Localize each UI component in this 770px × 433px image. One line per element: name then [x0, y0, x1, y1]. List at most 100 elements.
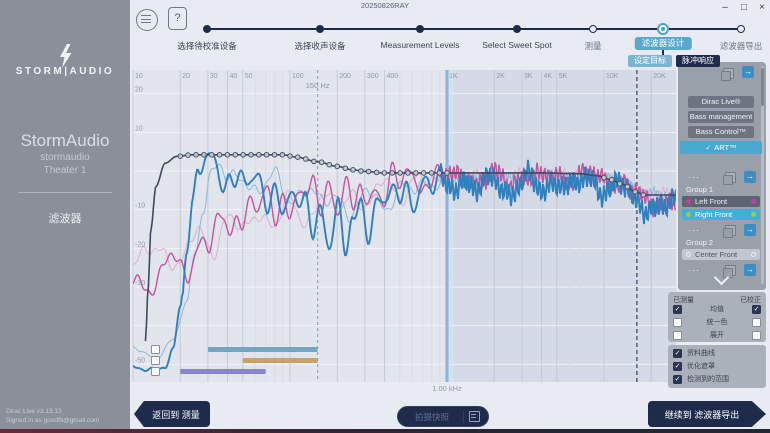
- target-control-point[interactable]: [280, 152, 285, 157]
- help-button[interactable]: ?: [168, 7, 187, 30]
- sidebar-section-filters[interactable]: 滤波器: [0, 210, 130, 226]
- target-control-point[interactable]: [609, 177, 614, 182]
- target-control-point[interactable]: [225, 152, 230, 157]
- target-control-point[interactable]: [625, 184, 630, 189]
- art-button[interactable]: ✓ART™: [680, 141, 762, 154]
- target-control-point[interactable]: [303, 157, 308, 162]
- target-control-point[interactable]: [217, 152, 222, 157]
- target-control-point[interactable]: [249, 152, 254, 157]
- target-control-point[interactable]: [414, 171, 419, 176]
- step-node-2[interactable]: [316, 25, 324, 33]
- target-control-point[interactable]: [233, 152, 238, 157]
- range-bar-1[interactable]: [208, 347, 318, 352]
- step-label-7[interactable]: 滤波器导出: [720, 40, 763, 52]
- range-checkbox-2[interactable]: [151, 356, 160, 365]
- channel-row-center-front[interactable]: Center Front: [682, 249, 760, 260]
- set-target-button[interactable]: 设定目标: [628, 55, 672, 67]
- duplicate-icon[interactable]: [723, 68, 734, 79]
- step-node-4[interactable]: [513, 25, 521, 33]
- step-node-6[interactable]: [657, 23, 669, 35]
- duplicate-icon[interactable]: [725, 172, 736, 183]
- target-control-point[interactable]: [241, 152, 246, 157]
- range-checkbox-1[interactable]: [151, 345, 160, 354]
- target-control-point[interactable]: [421, 171, 426, 176]
- target-control-point[interactable]: [178, 154, 183, 159]
- group-more-button[interactable]: ···: [688, 174, 700, 180]
- target-control-point[interactable]: [429, 171, 434, 176]
- range-bar-2[interactable]: [243, 358, 318, 363]
- target-control-point[interactable]: [257, 152, 262, 157]
- bass-control-button[interactable]: Bass Control™: [688, 126, 754, 138]
- option-checkbox[interactable]: ✓: [673, 362, 682, 371]
- step-label-5[interactable]: 测量: [584, 40, 601, 52]
- measured-checkbox[interactable]: [673, 331, 682, 340]
- target-control-point[interactable]: [202, 152, 207, 157]
- step-node-5[interactable]: [589, 25, 597, 33]
- step-label-2[interactable]: 选择收声设备: [294, 40, 345, 52]
- target-control-point[interactable]: [406, 171, 411, 176]
- target-control-point[interactable]: [295, 155, 300, 160]
- target-control-point[interactable]: [272, 152, 277, 157]
- target-control-point[interactable]: [194, 152, 199, 157]
- channel-row-left-front[interactable]: Left Front: [682, 196, 760, 207]
- target-control-point[interactable]: [602, 175, 607, 180]
- target-control-point[interactable]: [209, 152, 214, 157]
- target-control-point[interactable]: [288, 154, 293, 159]
- group-more-button[interactable]: ···: [688, 267, 700, 273]
- target-control-point[interactable]: [366, 169, 371, 174]
- target-control-point[interactable]: [641, 193, 646, 198]
- dirac-live-button[interactable]: Dirac Live®: [688, 96, 754, 108]
- target-control-point[interactable]: [335, 164, 340, 169]
- step-node-7[interactable]: [737, 25, 745, 33]
- target-control-point[interactable]: [437, 171, 442, 176]
- step-node-3[interactable]: [416, 25, 424, 33]
- target-control-point[interactable]: [390, 171, 395, 176]
- measured-checkbox[interactable]: ✓: [673, 305, 682, 314]
- option-checkbox[interactable]: ✓: [673, 375, 682, 384]
- impulse-response-button[interactable]: 脉冲响应: [676, 55, 720, 67]
- export-icon[interactable]: →: [744, 224, 756, 236]
- target-control-point[interactable]: [445, 171, 450, 176]
- target-control-point[interactable]: [264, 152, 269, 157]
- minimize-button[interactable]: –: [718, 2, 732, 13]
- tab-filter-design[interactable]: 滤波器设计: [635, 37, 692, 50]
- step-label-1[interactable]: 选择待校准设备: [177, 40, 237, 52]
- target-control-point[interactable]: [633, 189, 638, 194]
- scrollbar-thumb[interactable]: [761, 68, 764, 106]
- target-control-point[interactable]: [186, 153, 191, 158]
- target-control-point[interactable]: [312, 159, 317, 164]
- bass-management-button[interactable]: Bass management: [688, 111, 754, 123]
- step-label-4[interactable]: Select Sweet Spot: [482, 40, 551, 50]
- target-control-point[interactable]: [351, 168, 356, 173]
- close-button[interactable]: ×: [755, 2, 769, 13]
- panel-scrollbar[interactable]: [761, 66, 764, 284]
- target-control-point[interactable]: [398, 171, 403, 176]
- measured-checkbox[interactable]: [673, 318, 682, 327]
- target-control-point[interactable]: [617, 181, 622, 186]
- target-control-point[interactable]: [382, 171, 387, 176]
- snapshot-button[interactable]: 拍摄快照: [397, 406, 489, 427]
- maximize-button[interactable]: □: [737, 2, 751, 13]
- back-to-measure-button[interactable]: 返回到 测量: [134, 401, 210, 427]
- target-control-point[interactable]: [319, 160, 324, 165]
- export-icon[interactable]: →: [744, 264, 756, 276]
- corrected-checkbox[interactable]: [752, 318, 761, 327]
- target-control-point[interactable]: [343, 166, 348, 171]
- group-more-button[interactable]: ···: [688, 227, 700, 233]
- export-icon[interactable]: →: [744, 171, 756, 183]
- option-checkbox[interactable]: ✓: [673, 349, 682, 358]
- range-checkbox-3[interactable]: [151, 367, 160, 376]
- target-control-point[interactable]: [327, 162, 332, 167]
- corrected-checkbox[interactable]: [752, 331, 761, 340]
- menu-button[interactable]: [136, 9, 158, 31]
- step-node-1[interactable]: [203, 25, 211, 33]
- target-control-point[interactable]: [359, 169, 364, 174]
- corrected-checkbox[interactable]: ✓: [752, 305, 761, 314]
- duplicate-icon[interactable]: [725, 225, 736, 236]
- export-icon[interactable]: →: [742, 66, 754, 78]
- range-bar-3[interactable]: [180, 369, 265, 374]
- target-control-point[interactable]: [374, 170, 379, 175]
- channel-row-right-front[interactable]: Right Front: [682, 209, 760, 220]
- step-label-3[interactable]: Measurement Levels: [381, 40, 460, 50]
- continue-to-export-button[interactable]: 继续到 滤波器导出: [648, 401, 766, 427]
